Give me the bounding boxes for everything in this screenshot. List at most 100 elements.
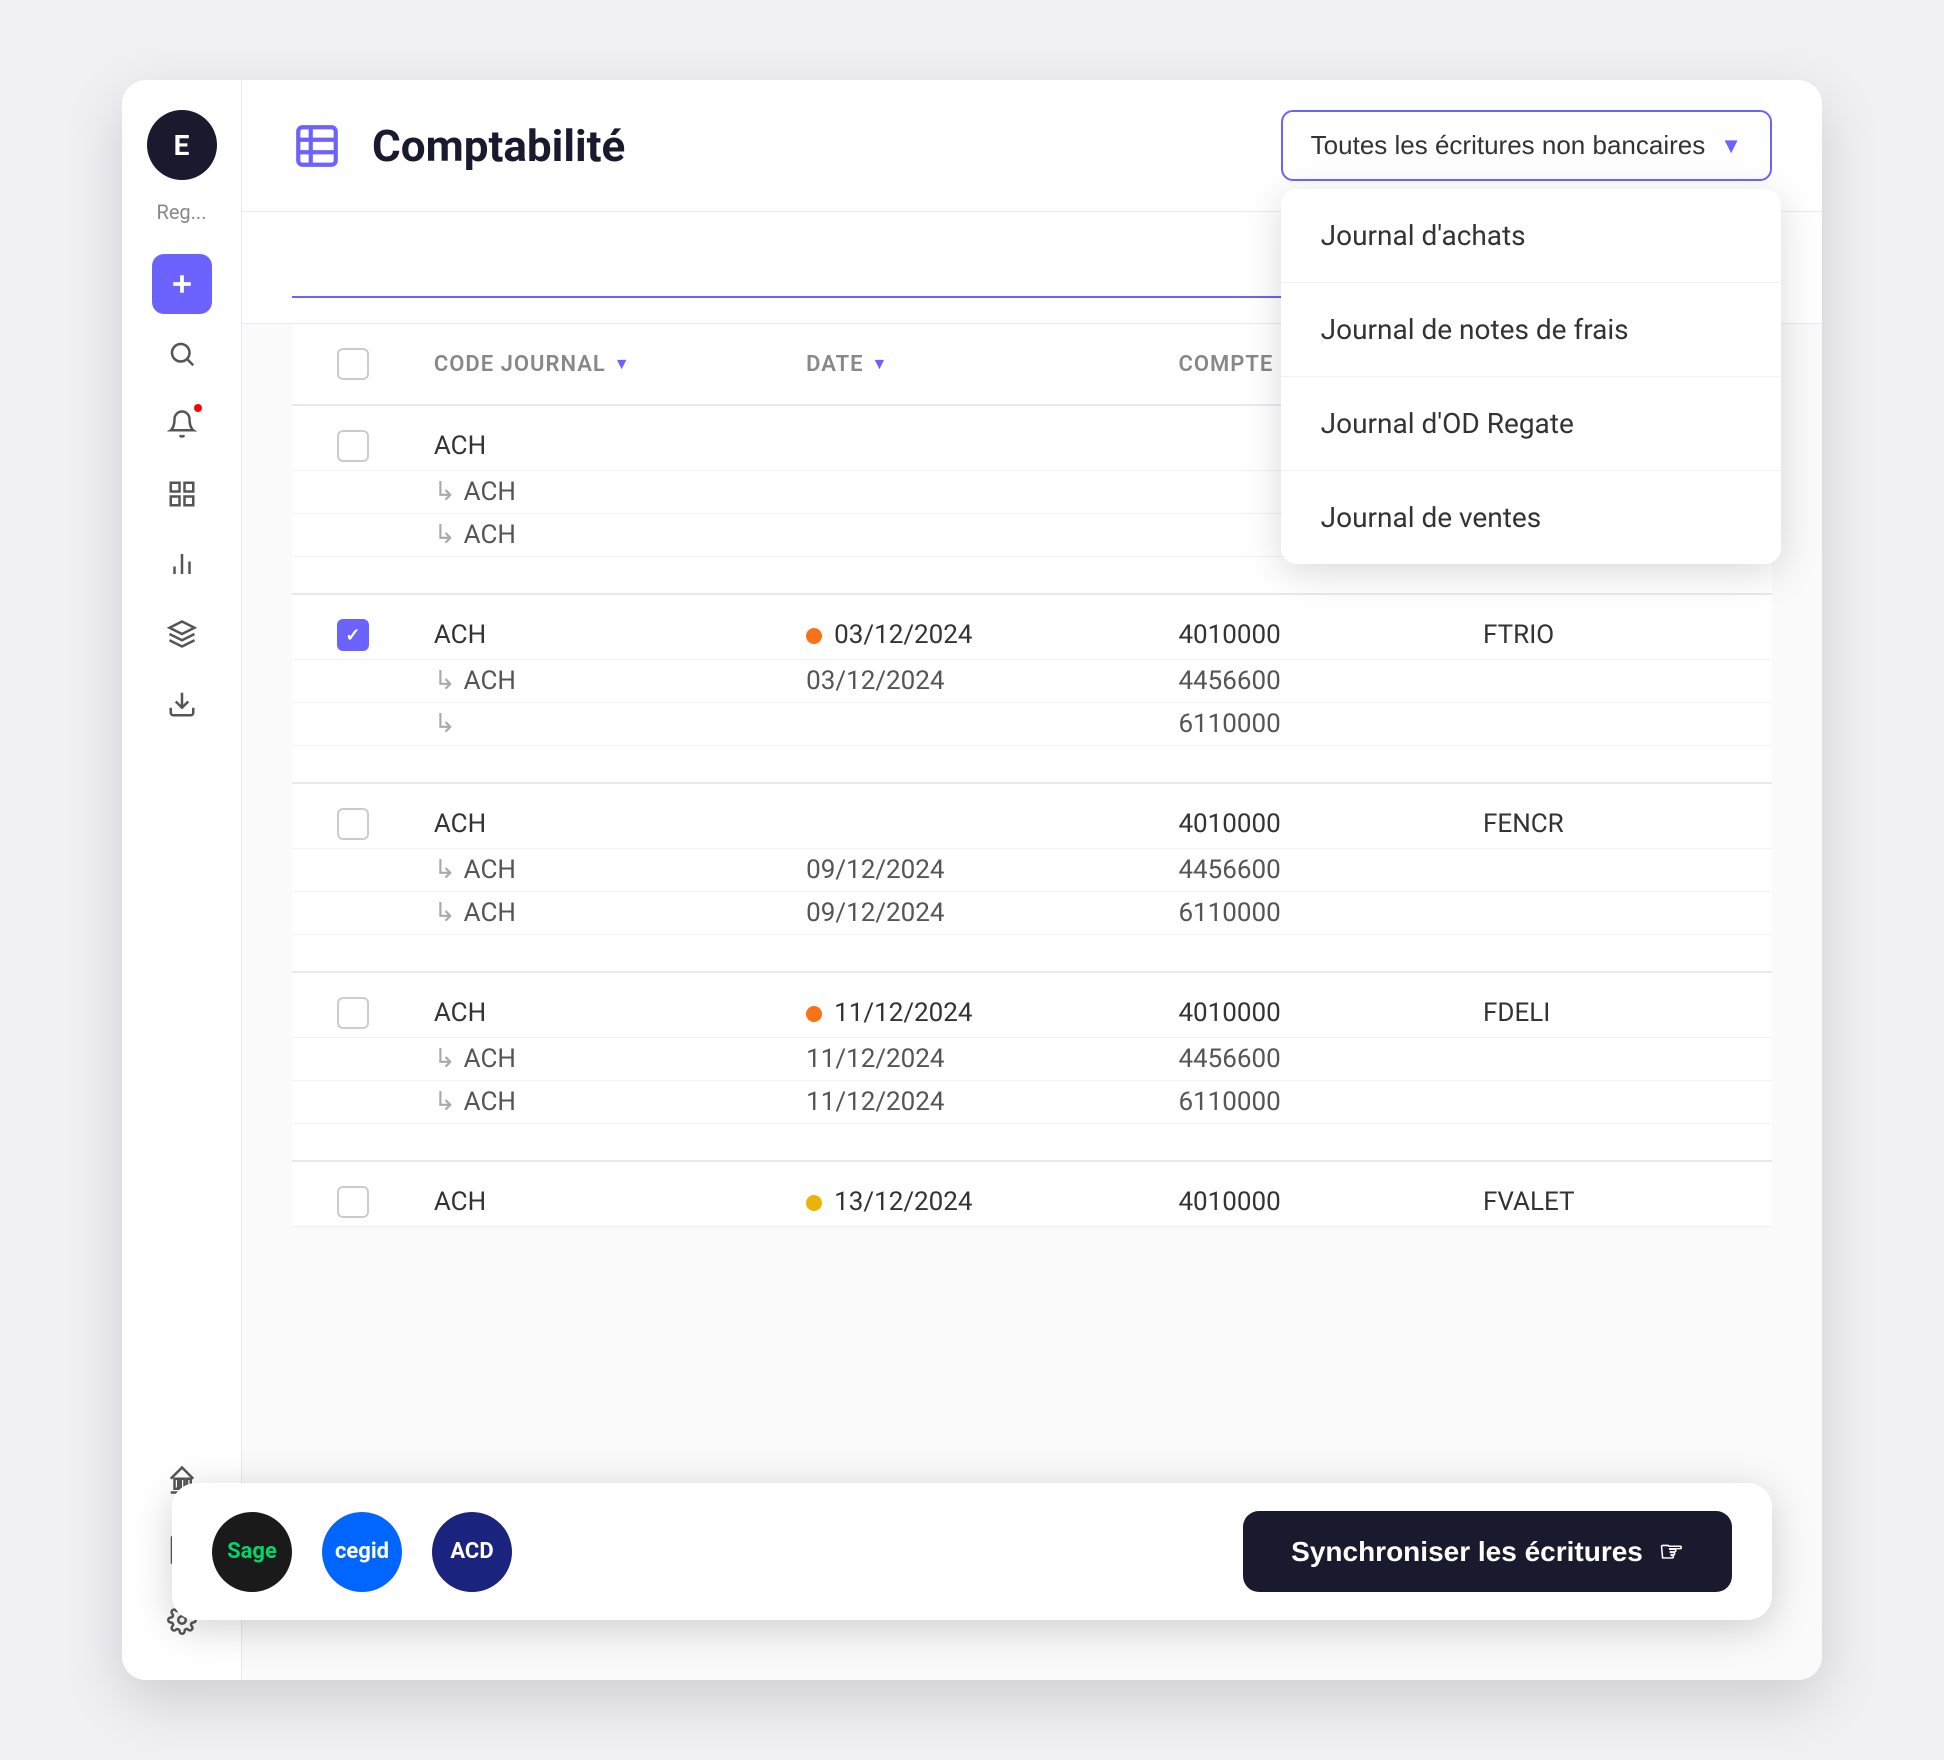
sidebar-item-grid[interactable] (152, 464, 212, 524)
row-journal: ↳ACH (414, 1038, 786, 1081)
sidebar-item-notifications[interactable] (152, 394, 212, 454)
sidebar-item-download[interactable] (152, 674, 212, 734)
dropdown-item-achats[interactable]: Journal d'achats (1281, 189, 1781, 283)
table-row[interactable]: ↳ACH09/12/20246110000 (292, 892, 1772, 935)
filter-dropdown-button[interactable]: Toutes les écritures non bancaires ▼ (1281, 110, 1772, 181)
app-container: E Reg... (122, 80, 1822, 1680)
row-checkbox[interactable] (337, 997, 369, 1029)
table-row[interactable]: ↳ACH11/12/20244456600 (292, 1038, 1772, 1081)
row-date: 03/12/2024 (786, 594, 1158, 660)
dropdown-item-od[interactable]: Journal d'OD Regate (1281, 377, 1781, 471)
row-journal: ↳ACH (414, 471, 786, 514)
row-date: 13/12/2024 (786, 1161, 1158, 1227)
row-check-cell (292, 892, 414, 935)
row-auxiliary: FDELI (1463, 972, 1772, 1038)
sidebar-item-chart[interactable] (152, 534, 212, 594)
table-row[interactable]: ACH03/12/20244010000FTRIO (292, 594, 1772, 660)
row-check-cell (292, 849, 414, 892)
row-date: 09/12/2024 (786, 892, 1158, 935)
row-journal: ↳ (414, 703, 786, 746)
row-auxiliary (1463, 1038, 1772, 1081)
brand-cegid-logo: cegid (322, 1512, 402, 1592)
col-header-date[interactable]: DATE ▼ (786, 324, 1158, 405)
row-check-cell (292, 660, 414, 703)
row-check-cell (292, 1081, 414, 1124)
row-date: 11/12/2024 (786, 972, 1158, 1038)
sidebar-item-plus[interactable] (152, 254, 212, 314)
table-row[interactable]: ↳ACH03/12/20244456600 (292, 660, 1772, 703)
row-account: 4456600 (1158, 849, 1463, 892)
row-journal: ↳ACH (414, 1081, 786, 1124)
status-dot (806, 1006, 822, 1022)
table-row[interactable]: ACH13/12/20244010000FVALET (292, 1161, 1772, 1227)
row-check-cell (292, 471, 414, 514)
sub-arrow-icon: ↳ (434, 1087, 456, 1117)
row-auxiliary (1463, 849, 1772, 892)
row-checkbox[interactable] (337, 1186, 369, 1218)
row-account: 4456600 (1158, 1038, 1463, 1081)
row-account: 4010000 (1158, 1161, 1463, 1227)
row-check-cell (292, 1161, 414, 1227)
row-date: 11/12/2024 (786, 1081, 1158, 1124)
row-checkbox[interactable] (337, 619, 369, 651)
row-date (786, 783, 1158, 849)
filter-dropdown-label: Toutes les écritures non bancaires (1311, 130, 1706, 161)
sidebar-label: Reg... (157, 200, 207, 224)
row-check-cell (292, 783, 414, 849)
row-journal: ACH (414, 783, 786, 849)
row-account: 4010000 (1158, 972, 1463, 1038)
row-date (786, 514, 1158, 557)
row-account: 6110000 (1158, 703, 1463, 746)
dropdown-item-notes[interactable]: Journal de notes de frais (1281, 283, 1781, 377)
row-date (786, 703, 1158, 746)
row-auxiliary: FVALET (1463, 1161, 1772, 1227)
status-dot (806, 628, 822, 644)
sub-arrow-icon: ↳ (434, 1044, 456, 1074)
select-all-checkbox[interactable] (337, 348, 369, 380)
col-header-check (292, 324, 414, 405)
filter-dropdown-menu: Journal d'achats Journal de notes de fra… (1281, 189, 1781, 564)
filter-dropdown[interactable]: Toutes les écritures non bancaires ▼ Jou… (1281, 110, 1772, 181)
row-account: 4010000 (1158, 594, 1463, 660)
sub-arrow-icon: ↳ (434, 520, 456, 550)
row-date (786, 471, 1158, 514)
sidebar-item-layers[interactable] (152, 604, 212, 664)
row-checkbox[interactable] (337, 430, 369, 462)
col-header-journal[interactable]: CODE JOURNAL ▼ (414, 324, 786, 405)
row-auxiliary (1463, 660, 1772, 703)
row-check-cell (292, 703, 414, 746)
table-row[interactable]: ↳ 6110000 (292, 703, 1772, 746)
sub-arrow-icon: ↳ (434, 477, 456, 507)
row-auxiliary: FTRIO (1463, 594, 1772, 660)
row-account: 6110000 (1158, 1081, 1463, 1124)
table-row[interactable]: ACH4010000FENCR (292, 783, 1772, 849)
table-row-spacer (292, 746, 1772, 784)
table-row[interactable]: ↳ACH11/12/20246110000 (292, 1081, 1772, 1124)
status-dot (806, 1195, 822, 1211)
logo-initial: E (174, 129, 190, 162)
sub-arrow-icon: ↳ (434, 898, 456, 928)
row-auxiliary (1463, 703, 1772, 746)
dropdown-item-ventes[interactable]: Journal de ventes (1281, 471, 1781, 564)
sidebar-item-search[interactable] (152, 324, 212, 384)
row-journal: ↳ACH (414, 849, 786, 892)
row-check-cell (292, 405, 414, 471)
row-auxiliary (1463, 892, 1772, 935)
table-row[interactable]: ACH11/12/20244010000FDELI (292, 972, 1772, 1038)
sync-button[interactable]: Synchroniser les écritures ☞ (1243, 1511, 1732, 1592)
row-auxiliary (1463, 1081, 1772, 1124)
row-check-cell (292, 514, 414, 557)
brand-acd-logo: ACD (432, 1512, 512, 1592)
sub-arrow-icon: ↳ (434, 666, 456, 696)
table-row[interactable]: ↳ACH09/12/20244456600 (292, 849, 1772, 892)
row-date: 11/12/2024 (786, 1038, 1158, 1081)
brand-sage-logo: Sage (212, 1512, 292, 1592)
row-date (786, 405, 1158, 471)
row-account: 4456600 (1158, 660, 1463, 703)
row-checkbox[interactable] (337, 808, 369, 840)
page-title: Comptabilité (372, 120, 625, 172)
row-account: 4010000 (1158, 783, 1463, 849)
row-journal: ↳ACH (414, 892, 786, 935)
app-logo[interactable]: E (147, 110, 217, 180)
row-date: 09/12/2024 (786, 849, 1158, 892)
